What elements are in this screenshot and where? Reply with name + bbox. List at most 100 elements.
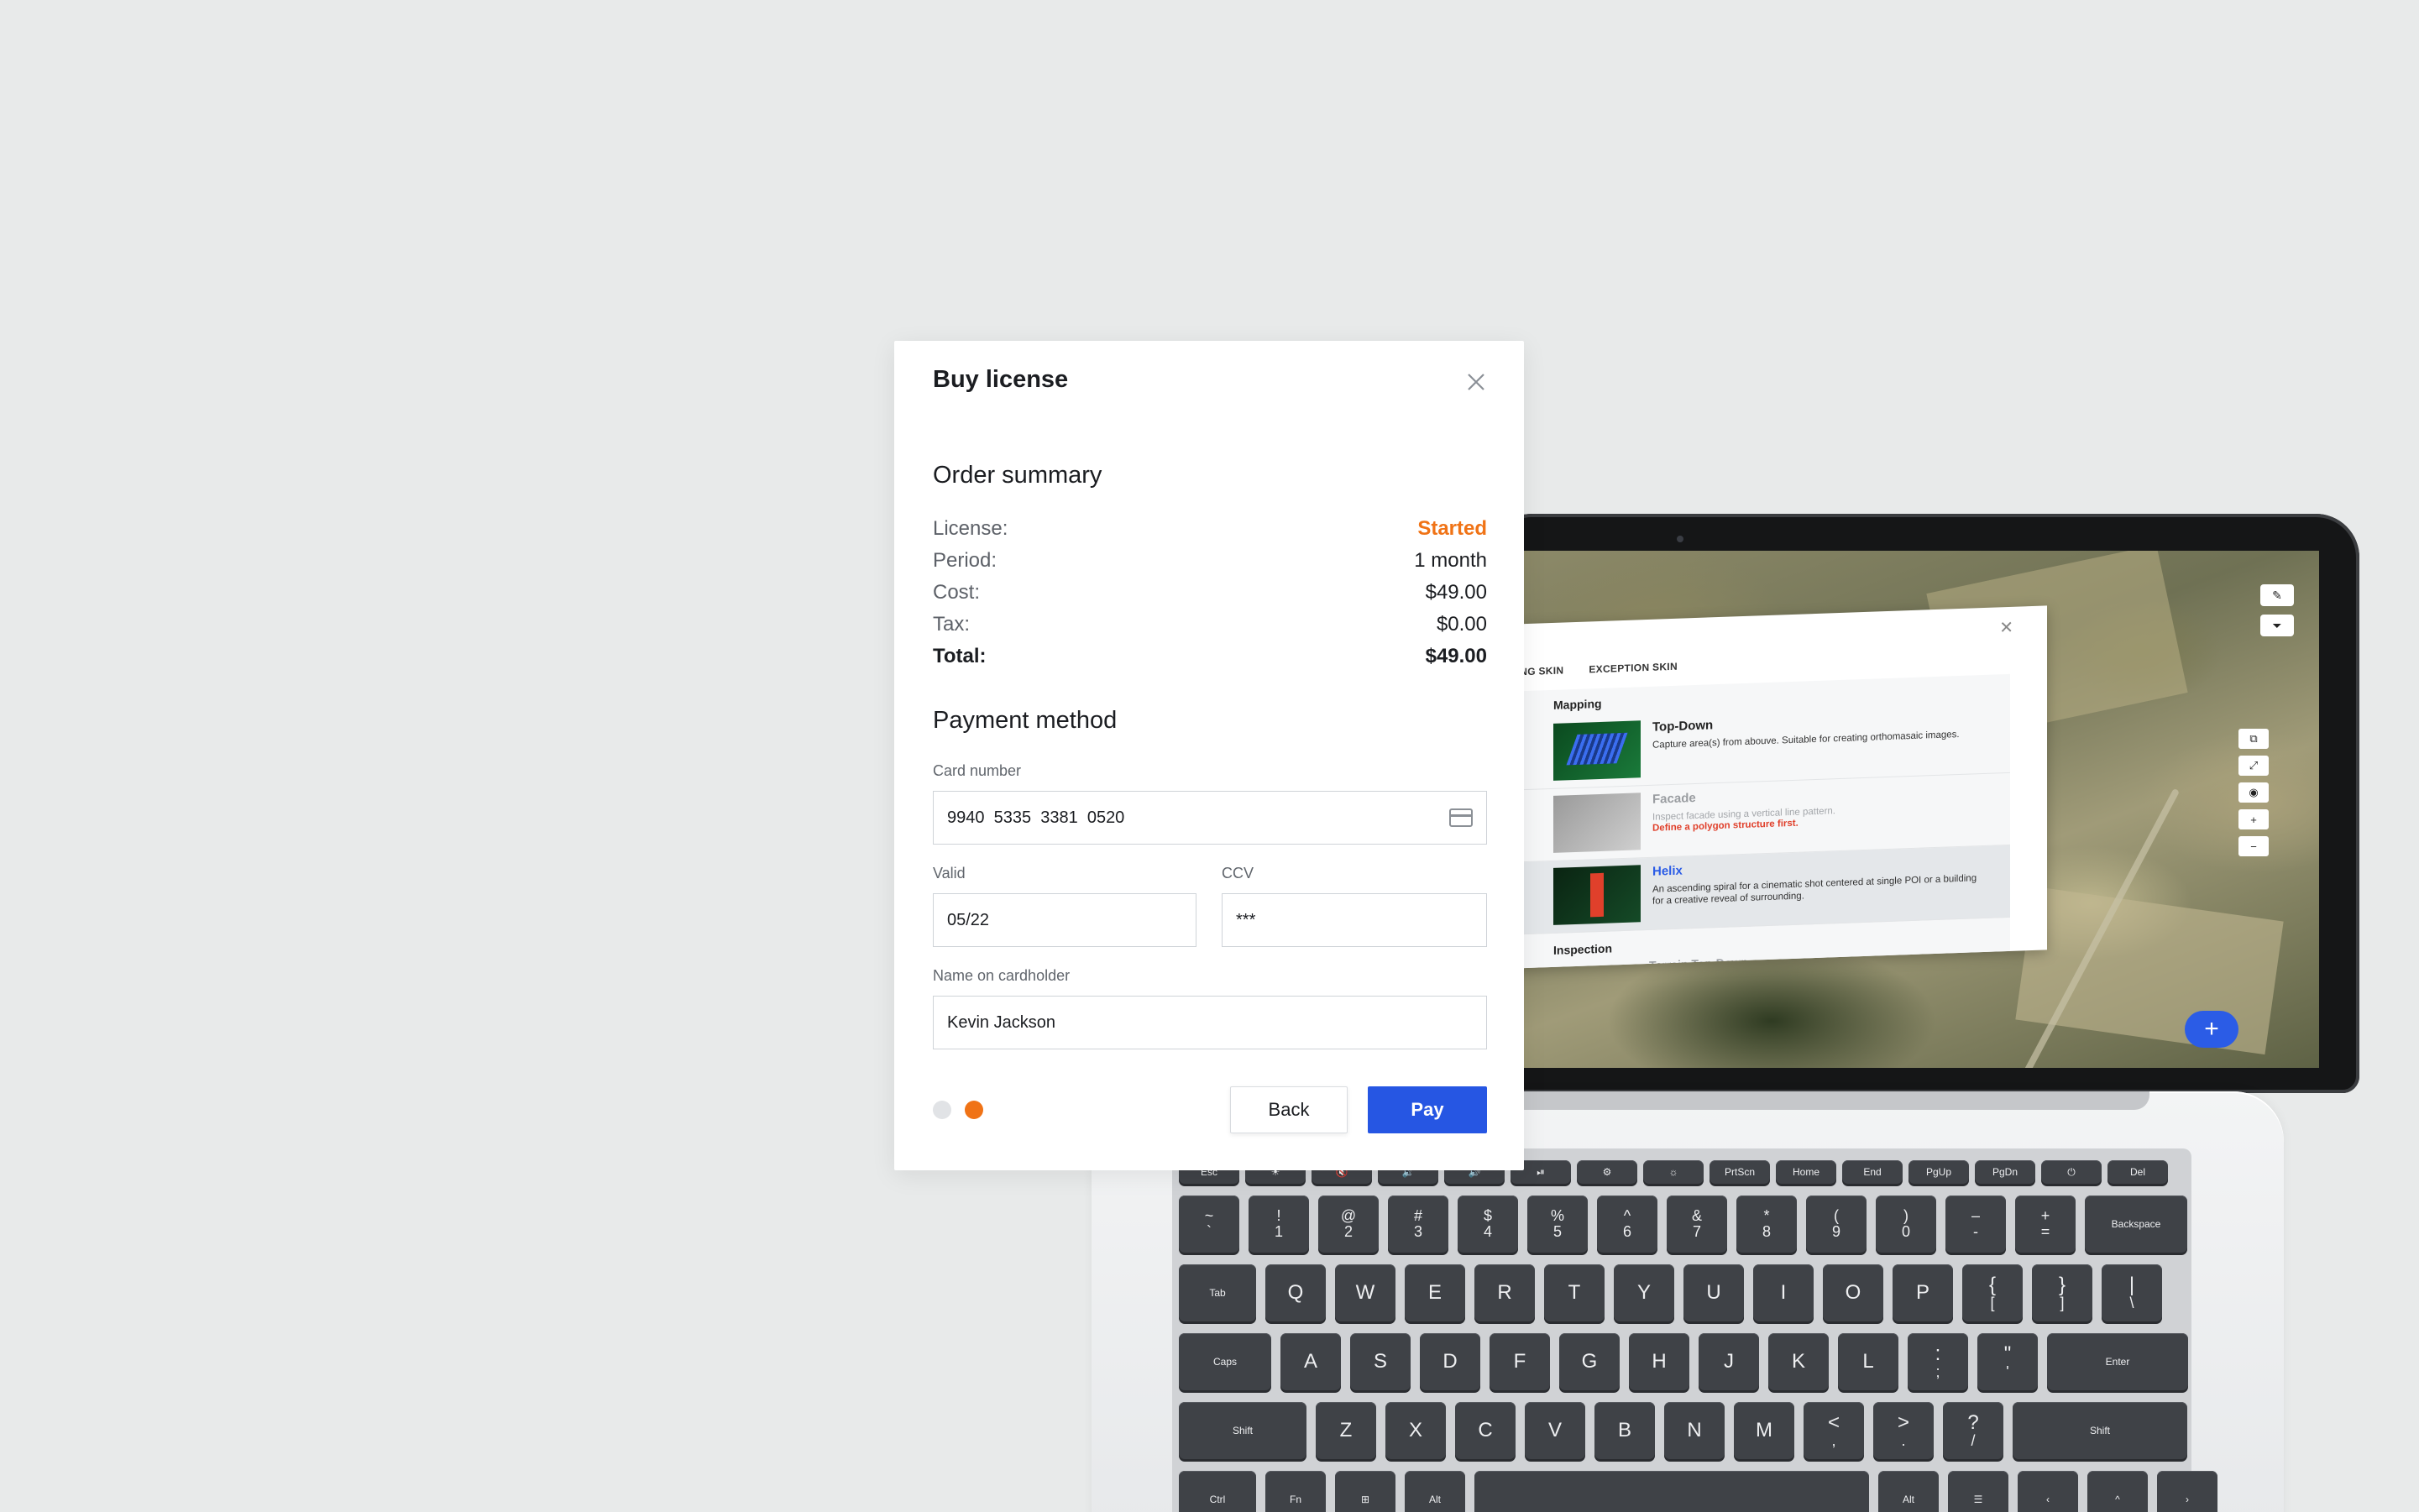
keyboard-key: I — [1753, 1264, 1814, 1321]
key-label: ^ — [2115, 1493, 2120, 1505]
keyboard-key: >. — [1873, 1402, 1934, 1459]
key-label: P — [1915, 1281, 1929, 1305]
keyboard-key: Y — [1614, 1264, 1674, 1321]
key-label: 1 — [1274, 1223, 1283, 1240]
keyboard-key: ‹ — [2018, 1471, 2078, 1512]
keyboard-key: $4 — [1458, 1195, 1518, 1253]
key-label: Tab — [1209, 1286, 1226, 1299]
filter-icon[interactable]: ⏷ — [2260, 615, 2294, 636]
ccv-input[interactable] — [1236, 910, 1473, 930]
card-number-input[interactable] — [947, 808, 1473, 828]
key-label: ⏯ — [1537, 1165, 1545, 1178]
pay-button[interactable]: Pay — [1368, 1086, 1487, 1133]
key-label: Enter — [2105, 1355, 2130, 1368]
keyboard-key: + = — [2015, 1195, 2076, 1253]
keyboard-key: }] — [2032, 1264, 2092, 1321]
step-indicator-dot-active — [965, 1101, 983, 1119]
key-label: ☼ — [1668, 1165, 1678, 1178]
keyboard-key: PgDn — [1975, 1160, 2035, 1184]
summary-row-tax: Tax: $0.00 — [933, 613, 1487, 636]
close-button[interactable] — [1460, 366, 1492, 398]
key-label: ☰ — [1973, 1493, 1983, 1505]
keyboard-key: E — [1405, 1264, 1465, 1321]
key-label: PgDn — [1992, 1165, 2018, 1178]
close-icon[interactable]: ✕ — [1999, 617, 2013, 639]
keyboard-key: PrtScn — [1710, 1160, 1770, 1184]
keyboard-key: #3 — [1388, 1195, 1448, 1253]
card-number-field[interactable] — [933, 791, 1487, 845]
layers-icon[interactable]: ⧉ — [2238, 729, 2269, 749]
keyboard-key: * 8 — [1736, 1195, 1797, 1253]
zoom-in-icon[interactable]: + — [2238, 809, 2269, 829]
key-label: Del — [2129, 1165, 2145, 1178]
tab-exception-skin[interactable]: EXCEPTION SKIN — [1589, 661, 1678, 676]
key-label: + — [2040, 1207, 2050, 1225]
keyboard-key: Backspace — [2085, 1195, 2187, 1253]
back-button[interactable]: Back — [1230, 1086, 1348, 1133]
summary-value: 1 month — [1414, 549, 1487, 572]
keyboard-key: Z — [1316, 1402, 1376, 1459]
keyboard-key: ^ 6 — [1597, 1195, 1657, 1253]
key-label: N — [1687, 1419, 1702, 1442]
key-label: { — [1988, 1273, 1996, 1296]
summary-row-total: Total: $49.00 — [933, 645, 1487, 668]
summary-row-cost: Cost: $49.00 — [933, 581, 1487, 604]
payment-method-title: Payment method — [933, 707, 1118, 734]
key-label: - — [1973, 1223, 1978, 1240]
key-label: X — [1408, 1419, 1422, 1442]
zoom-out-icon[interactable]: − — [2238, 836, 2269, 856]
keyboard-key: End — [1842, 1160, 1903, 1184]
keyboard-key: ? / — [1943, 1402, 2003, 1459]
fullscreen-icon[interactable]: ⤢ — [2238, 756, 2269, 776]
top-down-thumbnail — [1553, 720, 1641, 781]
keyboard-key: M — [1734, 1402, 1794, 1459]
keyboard-key: {[ — [1962, 1264, 2023, 1321]
summary-value: $0.00 — [1436, 613, 1487, 636]
add-fab-button[interactable]: + — [2185, 1011, 2238, 1048]
key-label: O — [1845, 1281, 1861, 1305]
order-summary-title: Order summary — [933, 462, 1102, 489]
key-label: PgUp — [1925, 1165, 1952, 1178]
keyboard-key: X — [1385, 1402, 1446, 1459]
summary-label: Period: — [933, 549, 997, 572]
keyboard-key: A — [1280, 1333, 1341, 1390]
valid-label: Valid — [933, 865, 966, 882]
key-label: ! — [1276, 1207, 1281, 1225]
key-label: : — [1935, 1342, 1941, 1365]
key-label: › — [2186, 1493, 2189, 1505]
key-label: Y — [1636, 1281, 1651, 1305]
keyboard-key: (9 — [1806, 1195, 1867, 1253]
skin-list: Mapping Top-Down Capture area(s) from ab… — [1523, 673, 2010, 969]
key-label: Shift — [2089, 1424, 2110, 1436]
key-label: ⊞ — [1360, 1493, 1370, 1505]
eye-icon[interactable]: ◉ — [2238, 782, 2269, 803]
cardholder-name-field[interactable] — [933, 996, 1487, 1049]
keyboard-key: <, — [1804, 1402, 1864, 1459]
credit-card-icon — [1449, 808, 1473, 827]
keyboard-key — [1474, 1471, 1869, 1512]
key-label: D — [1442, 1350, 1458, 1373]
key-label: & — [1691, 1207, 1702, 1225]
key-label: F — [1513, 1350, 1526, 1373]
keyboard-key: ⚙ — [1577, 1160, 1637, 1184]
buy-license-dialog: Buy license Order summary License: Start… — [894, 341, 1524, 1170]
keyboard-key: ⏻ — [2041, 1160, 2102, 1184]
key-label: Ctrl — [1209, 1493, 1226, 1505]
pencil-icon[interactable]: ✎ — [2260, 584, 2294, 606]
license-status-value: Started — [1417, 517, 1487, 540]
keyboard-key: ) 0 — [1876, 1195, 1936, 1253]
keyboard-key: P — [1893, 1264, 1953, 1321]
keyboard-key: L — [1838, 1333, 1898, 1390]
keyboard-key: Alt — [1405, 1471, 1465, 1512]
valid-field[interactable] — [933, 893, 1196, 947]
cardholder-name-input[interactable] — [947, 1012, 1473, 1033]
key-label: " — [2003, 1342, 2012, 1365]
valid-input[interactable] — [947, 910, 1182, 930]
key-label: H — [1652, 1350, 1667, 1373]
key-label: > — [1897, 1410, 1909, 1434]
key-label: 8 — [1762, 1223, 1771, 1240]
ccv-field[interactable] — [1222, 893, 1487, 947]
keyboard-key: ! 1 — [1249, 1195, 1309, 1253]
key-label: E — [1427, 1281, 1442, 1305]
key-label: 3 — [1413, 1223, 1422, 1240]
